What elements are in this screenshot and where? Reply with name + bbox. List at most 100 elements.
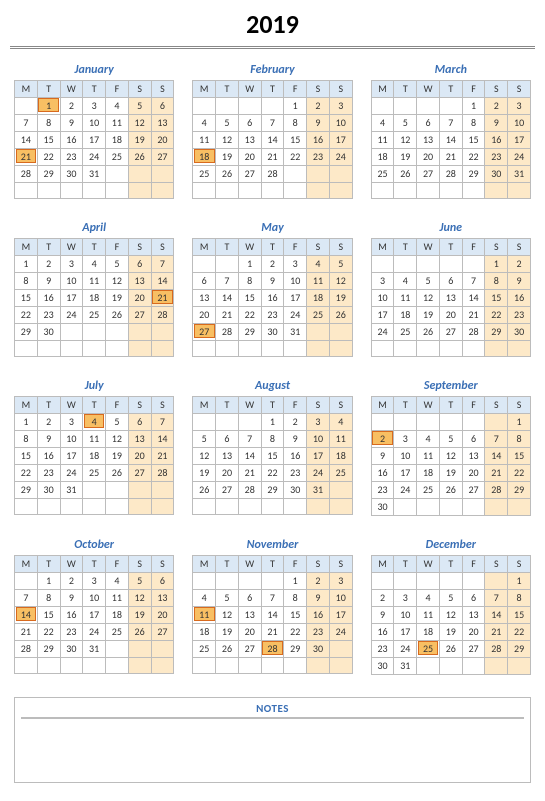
year-title: 2019 bbox=[10, 8, 535, 40]
month-august: AugustMTWTFSS123456789101112131415161718… bbox=[192, 379, 352, 516]
day-cell: 19 bbox=[329, 290, 352, 307]
dow-header: S bbox=[329, 239, 352, 256]
dow-header: T bbox=[83, 239, 106, 256]
day-cell bbox=[307, 166, 330, 183]
day-cell: 30 bbox=[371, 658, 394, 675]
day-cell: 19 bbox=[216, 149, 239, 166]
dow-header: S bbox=[151, 397, 174, 414]
day-cell: 3 bbox=[371, 273, 394, 290]
month-name: September bbox=[371, 379, 531, 393]
dow-header: W bbox=[417, 556, 440, 573]
day-cell bbox=[508, 499, 531, 516]
day-cell: 30 bbox=[371, 499, 394, 516]
day-cell bbox=[128, 482, 151, 499]
day-cell: 17 bbox=[394, 624, 417, 641]
day-cell bbox=[106, 499, 129, 515]
highlighted-day: 28 bbox=[262, 641, 283, 655]
day-cell bbox=[128, 341, 151, 357]
day-cell: 13 bbox=[238, 132, 261, 149]
dow-header: T bbox=[439, 556, 462, 573]
day-cell: 2 bbox=[284, 414, 307, 431]
day-cell bbox=[462, 499, 485, 516]
day-cell: 23 bbox=[261, 307, 284, 324]
dow-header: M bbox=[193, 81, 216, 98]
day-cell: 25 bbox=[83, 307, 106, 324]
day-cell: 13 bbox=[439, 290, 462, 307]
day-cell: 24 bbox=[60, 307, 83, 324]
dow-header: T bbox=[394, 239, 417, 256]
day-cell bbox=[216, 98, 239, 115]
day-cell: 22 bbox=[15, 307, 38, 324]
day-cell: 1 bbox=[508, 414, 531, 431]
day-cell: 22 bbox=[261, 465, 284, 482]
day-cell: 26 bbox=[216, 641, 239, 658]
day-cell: 13 bbox=[417, 132, 440, 149]
day-cell: 19 bbox=[106, 448, 129, 465]
day-cell: 17 bbox=[329, 607, 352, 624]
day-cell: 25 bbox=[417, 641, 440, 658]
day-cell: 2 bbox=[37, 414, 60, 431]
day-cell: 9 bbox=[371, 607, 394, 624]
day-cell: 22 bbox=[238, 307, 261, 324]
dow-header: W bbox=[60, 556, 83, 573]
day-cell: 20 bbox=[238, 149, 261, 166]
dow-header: W bbox=[238, 81, 261, 98]
day-cell bbox=[508, 183, 531, 199]
day-cell: 27 bbox=[151, 149, 174, 166]
day-cell bbox=[394, 341, 417, 357]
day-cell: 8 bbox=[37, 115, 60, 132]
day-cell bbox=[284, 183, 307, 199]
day-cell bbox=[128, 183, 151, 199]
highlighted-day: 18 bbox=[194, 149, 215, 163]
day-cell bbox=[37, 499, 60, 515]
day-cell: 17 bbox=[329, 132, 352, 149]
day-cell bbox=[417, 256, 440, 273]
highlighted-day: 2 bbox=[372, 431, 393, 445]
day-cell bbox=[307, 499, 330, 515]
day-cell: 11 bbox=[193, 132, 216, 149]
day-cell: 3 bbox=[394, 431, 417, 448]
day-cell: 24 bbox=[83, 624, 106, 641]
day-cell: 13 bbox=[238, 607, 261, 624]
day-cell: 20 bbox=[128, 448, 151, 465]
dow-header: T bbox=[439, 239, 462, 256]
day-cell: 9 bbox=[485, 115, 508, 132]
dow-header: W bbox=[417, 81, 440, 98]
day-cell: 31 bbox=[284, 324, 307, 341]
day-cell bbox=[284, 499, 307, 515]
day-cell: 28 bbox=[151, 465, 174, 482]
day-cell bbox=[508, 341, 531, 357]
day-cell: 26 bbox=[394, 166, 417, 183]
dow-header: T bbox=[37, 81, 60, 98]
day-cell bbox=[394, 414, 417, 431]
day-cell: 28 bbox=[485, 482, 508, 499]
dow-header: T bbox=[37, 397, 60, 414]
day-cell: 19 bbox=[216, 624, 239, 641]
day-cell: 27 bbox=[462, 482, 485, 499]
day-cell bbox=[371, 183, 394, 199]
month-table: MTWTFSS123456789101112131415161718192021… bbox=[192, 555, 352, 674]
month-april: AprilMTWTFSS1234567891011121314151617181… bbox=[14, 221, 174, 357]
day-cell: 26 bbox=[329, 307, 352, 324]
dow-header: S bbox=[329, 81, 352, 98]
day-cell: 5 bbox=[106, 414, 129, 431]
day-cell: 25 bbox=[371, 166, 394, 183]
month-october: OctoberMTWTFSS12345678910111213141516171… bbox=[14, 538, 174, 675]
day-cell: 1 bbox=[462, 98, 485, 115]
day-cell bbox=[216, 183, 239, 199]
day-cell: 15 bbox=[508, 448, 531, 465]
day-cell: 28 bbox=[485, 641, 508, 658]
day-cell: 3 bbox=[60, 414, 83, 431]
dow-header: W bbox=[60, 239, 83, 256]
day-cell: 21 bbox=[261, 624, 284, 641]
day-cell: 24 bbox=[394, 641, 417, 658]
day-cell: 7 bbox=[151, 256, 174, 273]
day-cell: 9 bbox=[371, 448, 394, 465]
dow-header: W bbox=[60, 397, 83, 414]
calendar-page: 2019 JanuaryMTWTFSS123456789101112131415… bbox=[0, 0, 545, 793]
day-cell: 29 bbox=[485, 324, 508, 341]
highlighted-day: 1 bbox=[38, 98, 59, 112]
day-cell: 24 bbox=[83, 149, 106, 166]
day-cell: 28 bbox=[15, 641, 38, 658]
day-cell: 7 bbox=[238, 431, 261, 448]
